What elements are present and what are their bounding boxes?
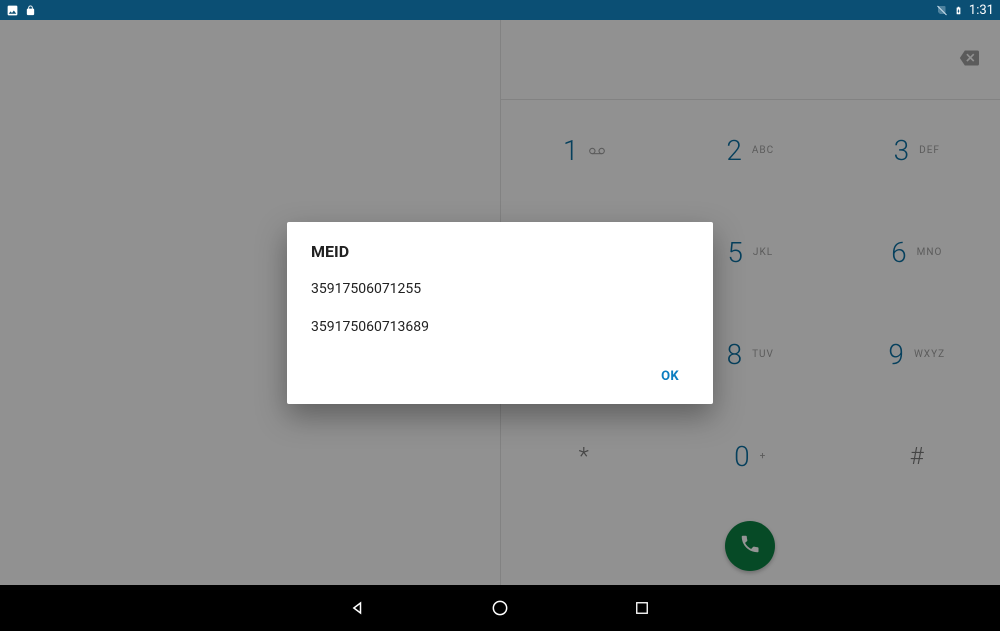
meid-value-1: 35917506071255 [311, 281, 689, 297]
meid-value-2: 359175060713689 [311, 319, 689, 335]
status-bar: 1:31 [0, 0, 1000, 20]
back-button[interactable] [347, 597, 369, 619]
ok-button[interactable]: OK [651, 361, 689, 392]
meid-dialog: MEID 35917506071255 359175060713689 OK [287, 222, 713, 404]
dialog-title: MEID [311, 242, 689, 261]
navigation-bar [0, 585, 1000, 631]
battery-charging-icon [954, 4, 963, 17]
recents-button[interactable] [631, 597, 653, 619]
home-button[interactable] [489, 597, 511, 619]
lock-icon [25, 4, 36, 17]
no-sim-icon [936, 4, 948, 17]
image-icon [6, 4, 19, 17]
status-time: 1:31 [969, 3, 994, 18]
dialog-actions: OK [311, 357, 689, 396]
